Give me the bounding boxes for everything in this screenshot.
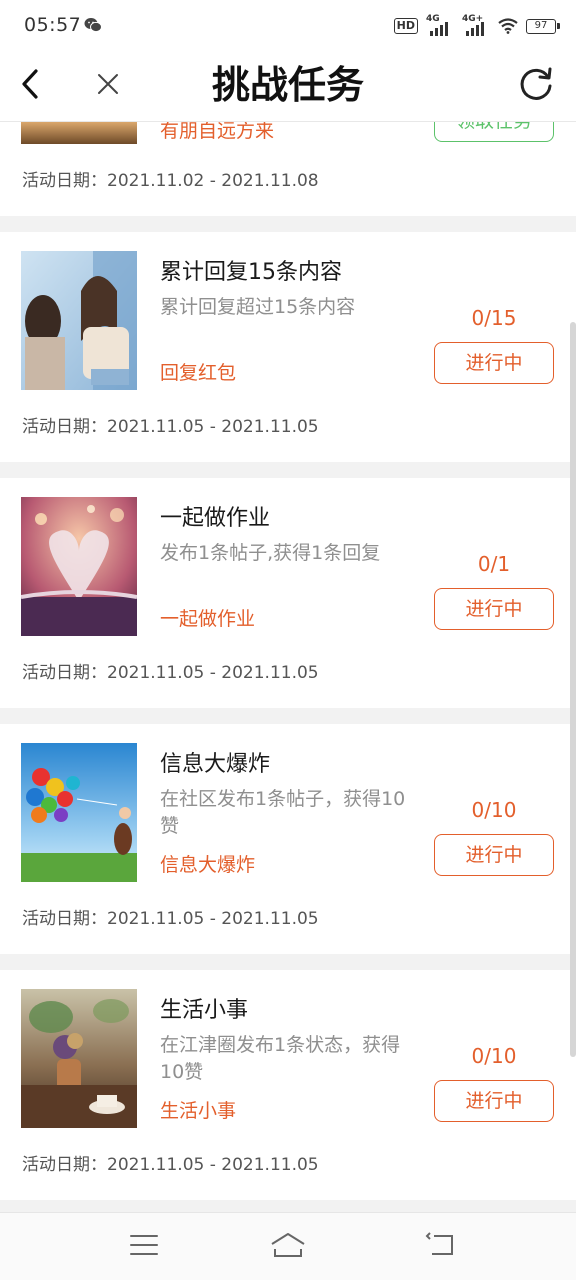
home-icon	[271, 1233, 305, 1257]
back-button[interactable]	[12, 64, 48, 104]
in-progress-button[interactable]: 进行中	[434, 1080, 554, 1122]
status-bar: 05:57 HD 4G 4G+ 97	[0, 0, 576, 52]
refresh-icon	[520, 67, 552, 100]
task-title: 累计回复15条内容	[160, 260, 342, 285]
wechat-icon	[84, 18, 102, 33]
menu-button[interactable]	[124, 1227, 164, 1263]
task-thumbnail	[21, 122, 137, 144]
task-progress: 0/15	[471, 306, 517, 330]
in-progress-button[interactable]: 进行中	[434, 834, 554, 876]
task-date: 活动日期：2021.11.02 - 2021.11.08	[22, 171, 319, 191]
task-tag: 生活小事	[160, 1100, 237, 1122]
in-progress-button[interactable]: 进行中	[434, 342, 554, 384]
task-title: 生活小事	[160, 998, 249, 1023]
task-tag: 有朋自远方来	[160, 122, 275, 142]
task-description: 在江津圈发布1条状态，获得10赞	[160, 1034, 401, 1083]
system-back-button[interactable]	[420, 1227, 460, 1263]
home-button[interactable]	[268, 1227, 308, 1263]
task-description: 在社区发布1条帖子，获得10赞	[160, 788, 406, 837]
task-description: 发布1条帖子,获得1条回复	[160, 542, 381, 564]
menu-icon	[130, 1235, 158, 1255]
system-navigation-bar	[0, 1212, 576, 1280]
task-thumbnail	[21, 497, 137, 636]
task-card[interactable]: 一起做作业 发布1条帖子,获得1条回复 一起做作业 0/1 进行中 活动日期：2…	[0, 478, 576, 708]
task-title: 一起做作业	[160, 506, 271, 531]
in-progress-button[interactable]: 进行中	[434, 588, 554, 630]
close-icon	[98, 74, 118, 94]
task-description: 累计回复超过15条内容	[160, 296, 356, 318]
task-card[interactable]: 有朋自远方来 领取任务 活动日期：2021.11.02 - 2021.11.08	[0, 122, 576, 216]
hd-badge: HD	[393, 18, 418, 34]
task-date: 活动日期：2021.11.05 - 2021.11.05	[22, 663, 319, 683]
top-navigation-bar: 挑战任务	[0, 52, 576, 122]
page-title: 挑战任务	[211, 63, 364, 107]
back-arrow-icon	[22, 69, 38, 99]
task-card[interactable]: 生活小事 在江津圈发布1条状态，获得10赞 生活小事 0/10 进行中 活动日期…	[0, 970, 576, 1200]
task-thumbnail	[21, 743, 137, 882]
status-indicators: HD 4G 4G+ 97	[393, 14, 560, 37]
task-tag: 一起做作业	[160, 608, 256, 630]
task-progress: 0/10	[471, 1044, 517, 1068]
task-date: 活动日期：2021.11.05 - 2021.11.05	[22, 1155, 319, 1175]
task-thumbnail	[21, 251, 137, 390]
task-card[interactable]: 信息大爆炸 在社区发布1条帖子，获得10赞 信息大爆炸 0/10 进行中 活动日…	[0, 724, 576, 954]
claim-task-button[interactable]: 领取任务	[434, 122, 554, 142]
task-tag: 信息大爆炸	[160, 854, 256, 876]
wifi-icon	[498, 18, 518, 34]
task-date: 活动日期：2021.11.05 - 2021.11.05	[22, 417, 319, 437]
system-back-icon	[425, 1232, 453, 1255]
refresh-button[interactable]	[514, 62, 558, 106]
close-button[interactable]	[88, 64, 128, 104]
task-list[interactable]: 有朋自远方来 领取任务 活动日期：2021.11.02 - 2021.11.08…	[0, 122, 576, 1212]
task-date: 活动日期：2021.11.05 - 2021.11.05	[22, 909, 319, 929]
task-tag: 回复红包	[160, 362, 237, 384]
scrollbar[interactable]	[570, 322, 576, 1057]
task-progress: 0/1	[477, 552, 511, 576]
task-thumbnail	[21, 989, 137, 1128]
task-card[interactable]: 累计回复15条内容 累计回复超过15条内容 回复红包 0/15 进行中 活动日期…	[0, 232, 576, 462]
status-time: 05:57	[24, 14, 82, 36]
signal-4g-plus-icon: 4G+	[462, 14, 490, 36]
battery-icon: 97	[526, 18, 560, 34]
task-progress: 0/10	[471, 798, 517, 822]
task-title: 信息大爆炸	[160, 752, 271, 777]
signal-4g-icon: 4G	[426, 14, 454, 36]
